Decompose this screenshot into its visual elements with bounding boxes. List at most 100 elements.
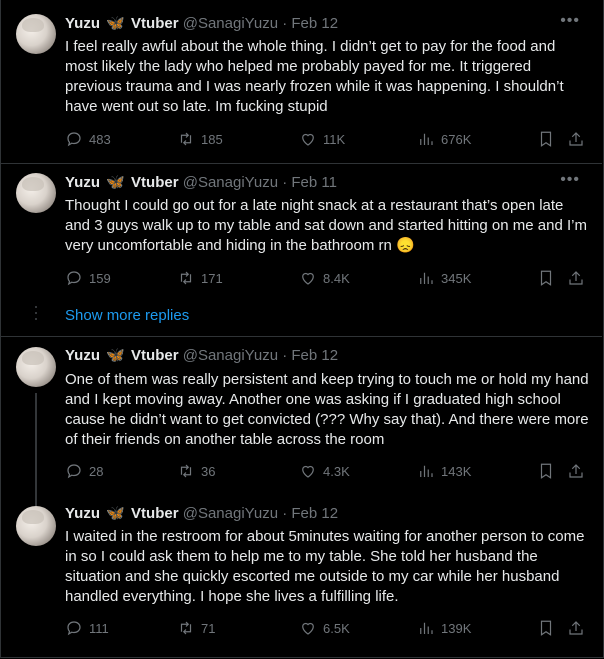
share-button[interactable] — [567, 461, 591, 481]
bookmark-button[interactable] — [537, 268, 561, 288]
separator: · — [282, 174, 288, 191]
reply-button[interactable]: 159 — [65, 268, 111, 288]
bookmark-icon — [540, 131, 552, 147]
views-icon — [420, 133, 433, 145]
reply-icon — [67, 621, 81, 636]
views-count: 139K — [441, 620, 472, 636]
reply-icon — [67, 132, 81, 147]
repost-count: 71 — [201, 620, 216, 636]
handle[interactable]: @SanagiYuzu — [183, 174, 278, 191]
bookmark-icon — [540, 620, 552, 636]
tweet-text: I waited in the restroom for about 5minu… — [65, 528, 585, 605]
tweet-text: Thought I could go out for a late night … — [65, 197, 587, 254]
reply-count: 483 — [89, 131, 111, 147]
handle[interactable]: @SanagiYuzu — [183, 505, 278, 522]
action-bar: 28 36 4.3K 143K — [65, 461, 585, 481]
display-name-suffix[interactable]: Vtuber — [131, 505, 179, 522]
repost-icon — [180, 132, 192, 146]
bookmark-button[interactable] — [537, 461, 561, 481]
avatar[interactable] — [16, 506, 56, 546]
tweet-text: One of them was really persistent and ke… — [65, 371, 589, 448]
repost-button[interactable]: 36 — [177, 461, 215, 481]
repost-count: 185 — [201, 131, 223, 147]
bookmark-button[interactable] — [537, 618, 561, 638]
views-button[interactable]: 676K — [417, 129, 471, 149]
views-count: 676K — [441, 131, 472, 147]
display-name[interactable]: Yuzu — [65, 505, 100, 522]
tweet[interactable]: Yuzu 🦋 Vtuber @SanagiYuzu · Feb 12 One o… — [0, 337, 602, 506]
tweet-text: I feel really awful about the whole thin… — [65, 38, 564, 115]
views-button[interactable]: 139K — [417, 618, 471, 638]
reply-button[interactable]: 483 — [65, 129, 111, 149]
share-icon — [569, 132, 583, 146]
display-name[interactable]: Yuzu — [65, 174, 100, 191]
bookmark-icon — [540, 463, 552, 479]
bookmark-button[interactable] — [537, 129, 561, 149]
tweet[interactable]: Yuzu 🦋 Vtuber @SanagiYuzu · Feb 11 ••• T… — [0, 164, 602, 294]
reply-count: 28 — [89, 463, 104, 479]
butterfly-icon: 🦋 — [106, 15, 125, 32]
butterfly-icon: 🦋 — [106, 505, 125, 522]
separator: · — [282, 15, 288, 32]
like-button[interactable]: 4.3K — [299, 461, 350, 481]
timestamp[interactable]: Feb 12 — [291, 347, 338, 364]
display-name[interactable]: Yuzu — [65, 15, 100, 32]
action-bar: 483 185 11K 676K — [65, 129, 585, 149]
reply-count: 111 — [89, 620, 109, 636]
views-count: 143K — [441, 463, 472, 479]
reply-button[interactable]: 28 — [65, 461, 103, 481]
action-bar: 111 71 6.5K 139K — [65, 618, 585, 638]
display-name-suffix[interactable]: Vtuber — [131, 15, 179, 32]
timestamp[interactable]: Feb 12 — [291, 15, 338, 32]
thread-line — [35, 393, 37, 506]
display-name-suffix[interactable]: Vtuber — [131, 347, 179, 364]
separator: · — [282, 347, 288, 364]
share-button[interactable] — [567, 618, 591, 638]
share-button[interactable] — [567, 268, 591, 288]
repost-icon — [180, 621, 192, 635]
like-button[interactable]: 8.4K — [299, 268, 350, 288]
timestamp[interactable]: Feb 11 — [291, 174, 337, 191]
more-icon[interactable]: ••• — [560, 12, 580, 30]
views-button[interactable]: 345K — [417, 268, 471, 288]
avatar[interactable] — [16, 173, 56, 213]
tweet-header: Yuzu 🦋 Vtuber @SanagiYuzu · Feb 11 — [65, 173, 337, 193]
tweet[interactable]: Yuzu 🦋 Vtuber @SanagiYuzu · Feb 12 I wai… — [0, 492, 602, 657]
reply-icon — [67, 271, 81, 286]
bookmark-icon — [540, 270, 552, 286]
display-name-suffix[interactable]: Vtuber — [131, 174, 179, 191]
repost-icon — [180, 464, 192, 478]
tweet[interactable]: Yuzu 🦋 Vtuber @SanagiYuzu · Feb 12 ••• I… — [0, 0, 602, 163]
handle[interactable]: @SanagiYuzu — [183, 347, 278, 364]
repost-button[interactable]: 171 — [177, 268, 223, 288]
share-button[interactable] — [567, 129, 591, 149]
like-button[interactable]: 11K — [299, 129, 345, 149]
repost-count: 171 — [201, 270, 223, 286]
handle[interactable]: @SanagiYuzu — [183, 15, 278, 32]
show-more-replies-link[interactable]: Show more replies — [65, 306, 189, 326]
share-icon — [569, 621, 583, 635]
tweet-header: Yuzu 🦋 Vtuber @SanagiYuzu · Feb 12 — [65, 504, 338, 524]
like-count: 8.4K — [323, 270, 350, 286]
repost-button[interactable]: 185 — [177, 129, 223, 149]
avatar[interactable] — [16, 347, 56, 387]
views-icon — [420, 465, 433, 477]
share-icon — [569, 464, 583, 478]
tweet-header: Yuzu 🦋 Vtuber @SanagiYuzu · Feb 12 — [65, 346, 338, 366]
like-button[interactable]: 6.5K — [299, 618, 350, 638]
display-name[interactable]: Yuzu — [65, 347, 100, 364]
like-count: 6.5K — [323, 620, 350, 636]
avatar[interactable] — [16, 14, 56, 54]
reply-button[interactable]: 111 — [65, 618, 109, 638]
views-button[interactable]: 143K — [417, 461, 471, 481]
like-icon — [302, 465, 314, 478]
like-count: 11K — [323, 131, 346, 147]
repost-button[interactable]: 71 — [177, 618, 215, 638]
like-count: 4.3K — [323, 463, 350, 479]
views-icon — [420, 622, 433, 634]
like-icon — [302, 133, 314, 146]
repost-icon — [180, 271, 192, 285]
more-icon[interactable]: ••• — [560, 171, 580, 189]
views-count: 345K — [441, 270, 472, 286]
timestamp[interactable]: Feb 12 — [291, 505, 338, 522]
